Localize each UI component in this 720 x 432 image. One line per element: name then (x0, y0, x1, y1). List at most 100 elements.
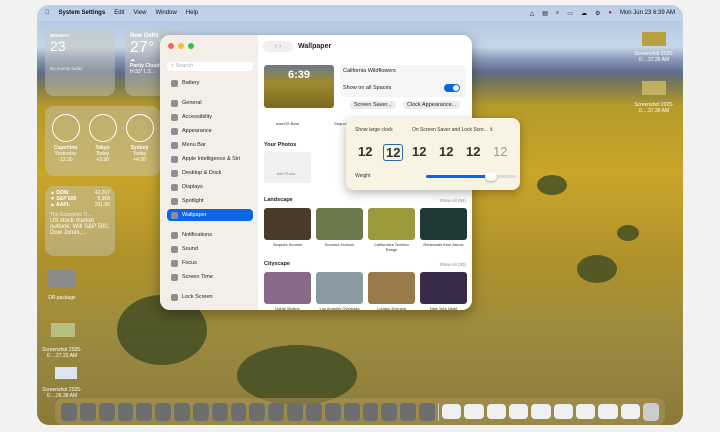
desktop-icon-label[interactable]: Screenshot 2025-0….37.35 AM (629, 51, 679, 63)
dock-win3-icon[interactable] (486, 404, 506, 419)
dock-launchpad-icon[interactable] (79, 402, 96, 421)
sidebar-item-notifications[interactable]: Notifications (167, 229, 253, 241)
sidebar-item-spotlight[interactable]: Spotlight (167, 195, 253, 207)
wallpaper-thumb[interactable] (316, 272, 363, 304)
dock-preview-icon[interactable] (419, 402, 435, 421)
weather-icon[interactable]: ☁ (581, 10, 587, 17)
dock-opera-icon[interactable] (174, 402, 190, 421)
dock-music-icon[interactable] (211, 402, 228, 421)
menu-app-name[interactable]: System Settings (59, 10, 106, 16)
sidebar-item-appearance[interactable]: Appearance (167, 125, 253, 137)
back-button[interactable]: ‹ › (263, 41, 293, 52)
clock-style-option[interactable]: 12 (383, 144, 404, 161)
wallpaper-thumb[interactable] (368, 208, 415, 240)
control-center-icon[interactable]: ⚙ (595, 10, 600, 17)
screen-saver-button[interactable]: Screen Saver... (350, 101, 396, 109)
menu-help[interactable]: Help (186, 10, 198, 16)
calendar-status-icon[interactable]: ▤ (542, 10, 548, 17)
calendar-widget[interactable]: MONDAY 23 No events today (45, 29, 115, 96)
sidebar-item-battery[interactable]: Battery (167, 77, 253, 89)
sidebar-item-focus[interactable]: Focus (167, 257, 253, 269)
desktop-icon-label[interactable]: Screenshot 2025-0….37.30 AM (629, 102, 679, 114)
wallpaper-thumb[interactable] (264, 208, 311, 240)
dock-win8-icon[interactable] (598, 404, 618, 419)
sidebar-item-label: Menu Bar (182, 142, 206, 148)
desktop-icon-screenshot[interactable] (51, 323, 75, 337)
desktop-icon-screenshot[interactable] (642, 81, 666, 95)
close-button[interactable] (168, 43, 174, 49)
dock-photos-icon[interactable] (362, 402, 379, 421)
desktop-icon-screenshot[interactable] (642, 32, 666, 46)
clock-style-option[interactable]: 12 (358, 144, 372, 159)
sidebar-item-apple-intelligence-siri[interactable]: Apple Intelligence & Siri (167, 153, 253, 165)
sidebar-item-menu-bar[interactable]: Menu Bar (167, 139, 253, 151)
dock-win7-icon[interactable] (576, 404, 596, 419)
dock-win9-icon[interactable] (620, 404, 641, 419)
search-icon[interactable]: ⌕ (556, 10, 559, 17)
desktop-icon-package[interactable] (47, 270, 75, 288)
desktop-icon-label[interactable]: DR.package (37, 295, 87, 301)
wallpaper-thumb[interactable] (316, 208, 363, 240)
sidebar-item-desktop-dock[interactable]: Desktop & Dock (167, 167, 253, 179)
dock-trash-icon[interactable] (643, 402, 659, 421)
clock-style-option[interactable]: 12 (466, 144, 480, 159)
menu-window[interactable]: Window (155, 10, 176, 16)
show-all-spaces-toggle[interactable] (444, 84, 460, 92)
desktop-icon-screenshot[interactable] (55, 367, 77, 379)
dock-clock-icon[interactable] (230, 402, 247, 421)
menu-clock[interactable]: Mon Jun 23 6:39 AM (620, 10, 675, 16)
show-large-clock-select[interactable]: On Screen Saver and Lock Scre... ⇕ (412, 127, 493, 133)
clock-style-option[interactable]: 12 (439, 144, 453, 159)
cityscape-show-all[interactable]: Show All (30) (439, 262, 466, 267)
wallpaper-preview[interactable]: 6:39 (264, 65, 334, 108)
clock-appearance-button[interactable]: Clock Appearance... (403, 101, 461, 109)
dock-maps-icon[interactable] (381, 402, 398, 421)
desktop-icon-label[interactable]: Screenshot 2025-0….27.22 AM (37, 347, 87, 359)
dock-settings-icon[interactable] (155, 402, 172, 421)
siri-icon[interactable]: ● (608, 10, 612, 16)
wallpaper-thumb[interactable] (368, 272, 415, 304)
search-input[interactable]: ⌕ Search (167, 62, 253, 71)
sidebar-item-screen-time[interactable]: Screen Time (167, 271, 253, 283)
apple-icon[interactable]:  (45, 10, 50, 16)
dock-win1-icon[interactable] (441, 404, 462, 419)
sidebar-item-sound[interactable]: Sound (167, 243, 253, 255)
dock-win5-icon[interactable] (531, 404, 551, 419)
dock-chatgpt-icon[interactable] (268, 402, 285, 421)
dock-win6-icon[interactable] (553, 404, 573, 419)
dock-network-icon[interactable] (287, 402, 303, 421)
dock-notes-icon[interactable] (117, 402, 134, 421)
sidebar-item-lock-screen[interactable]: Lock Screen (167, 291, 253, 303)
menu-view[interactable]: View (134, 10, 147, 16)
add-photo-button[interactable]: Add Photo... (264, 152, 311, 183)
clock-style-option[interactable]: 12 (412, 144, 426, 159)
stocks-widget[interactable]: ▲ DOW 42,207 ▼ S&P 500 5,968 ▲ AAPL 201.00 … (45, 186, 115, 256)
dock-win4-icon[interactable] (508, 404, 529, 419)
menu-edit[interactable]: Edit (114, 10, 124, 16)
dock-cross-icon[interactable] (324, 402, 341, 421)
dock-wallpaper-icon[interactable] (305, 402, 322, 421)
dock-slack-icon[interactable] (192, 402, 209, 421)
dock-files-icon[interactable] (249, 402, 266, 421)
zoom-button[interactable] (188, 43, 194, 49)
dock-win2-icon[interactable] (464, 404, 484, 419)
dock-freeform-icon[interactable] (343, 402, 360, 421)
wallpaper-thumb[interactable] (264, 272, 311, 304)
wallpaper-thumb[interactable] (420, 272, 467, 304)
landscape-show-all[interactable]: Show All (84) (439, 198, 466, 203)
sidebar-item-accessibility[interactable]: Accessibility (167, 111, 253, 123)
warning-icon[interactable]: △ (530, 10, 535, 17)
world-clock-widget[interactable]: Cupertino Yesterday -12:30 Tokyo Today +3:30… (45, 106, 160, 176)
minimize-button[interactable] (178, 43, 184, 49)
sidebar-item-displays[interactable]: Displays (167, 181, 253, 193)
dock-finder-icon[interactable] (61, 402, 77, 421)
dock-safari-icon[interactable] (98, 402, 115, 421)
dock-teams-icon[interactable] (136, 402, 153, 421)
clock-style-option[interactable]: 12 (493, 144, 507, 159)
sidebar-item-general[interactable]: General (167, 97, 253, 109)
wallpaper-thumb[interactable] (420, 208, 467, 240)
weight-slider[interactable] (426, 172, 516, 181)
sidebar-item-wallpaper[interactable]: Wallpaper (167, 209, 253, 221)
dock-keychain-icon[interactable] (400, 402, 417, 421)
battery-icon[interactable]: ▭ (567, 10, 573, 17)
